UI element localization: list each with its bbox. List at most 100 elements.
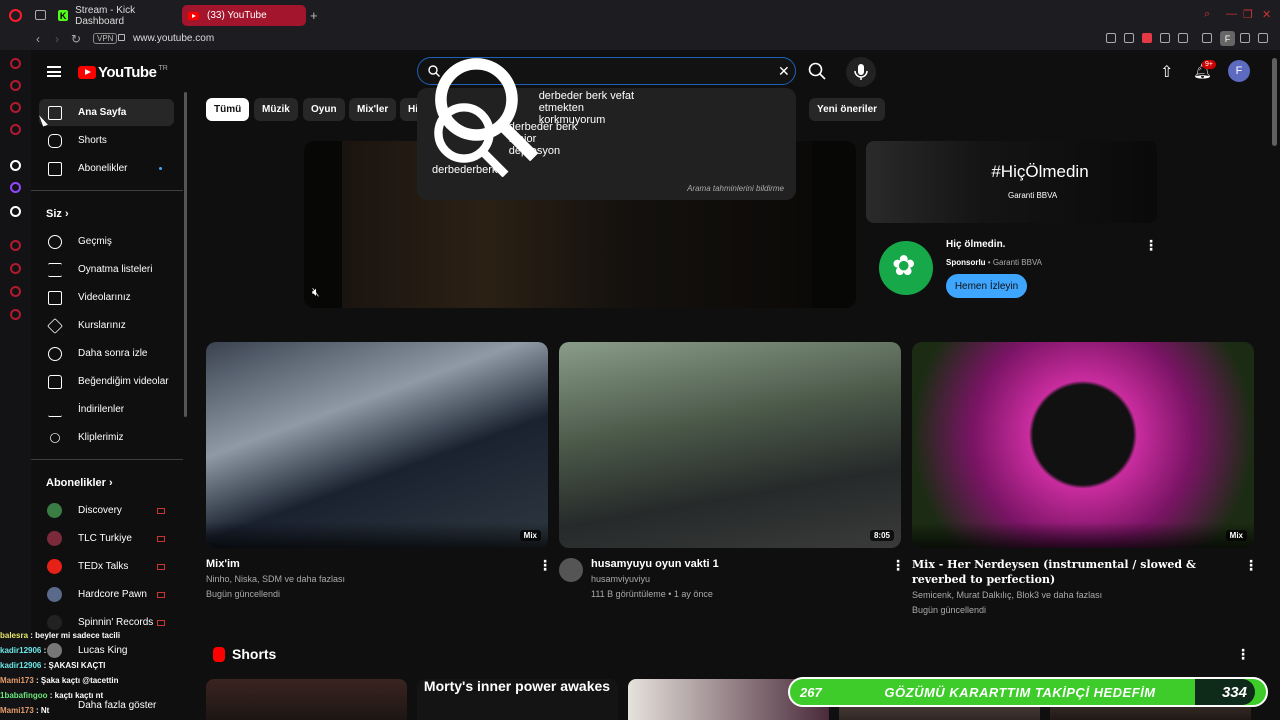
sidebar-item-label: Daha sonra izle — [78, 348, 148, 359]
chip-mixes[interactable]: Mix'ler — [349, 98, 397, 121]
video-title[interactable]: Mix'im — [206, 557, 526, 572]
browser-profile-avatar[interactable]: F — [1220, 31, 1235, 46]
account-avatar[interactable]: F — [1228, 60, 1250, 82]
sidebar-subscriptions-heading[interactable]: Abonelikler › — [46, 477, 113, 489]
play-extension-icon[interactable] — [1160, 33, 1170, 43]
sidebar-item-watch-later[interactable]: Daha sonra izle — [39, 340, 174, 367]
subscriptions-icon — [48, 161, 62, 176]
pin-icon[interactable] — [1106, 33, 1116, 43]
tab-kick-dashboard[interactable]: K Stream - Kick Dashboard — [52, 4, 178, 27]
report-predictions-link[interactable]: Arama tahminlerini bildirme — [687, 184, 784, 193]
video-channel[interactable]: husamviyuviyu — [591, 572, 650, 587]
vpn-badge[interactable]: VPN — [93, 33, 118, 44]
x-icon[interactable] — [10, 206, 21, 217]
download-icon[interactable] — [1240, 33, 1250, 43]
extensions-sidebar-icon[interactable] — [10, 286, 21, 297]
video-title[interactable]: husamyuyu oyun vakti 1 — [591, 557, 881, 572]
sidebar-channel-discovery[interactable]: Discovery — [39, 497, 174, 524]
sidebar-item-downloads[interactable]: İndirilenler — [39, 396, 174, 423]
kick-sidebar-icon[interactable] — [10, 160, 21, 171]
sidebar-item-courses[interactable]: Kurslarınız — [39, 312, 174, 339]
mix-badge: Mix — [1225, 530, 1247, 541]
reload-button[interactable]: ↻ — [71, 32, 81, 46]
advertiser-logo[interactable] — [879, 241, 933, 295]
ad-cta-button[interactable]: Hemen İzleyin — [946, 274, 1027, 298]
tab-youtube[interactable]: (33) YouTube — [182, 5, 306, 26]
chat-user: kadir12906 — [0, 661, 42, 670]
chip-gaming[interactable]: Oyun — [303, 98, 345, 121]
sidebar-item-your-videos[interactable]: Videolarınız — [39, 284, 174, 311]
video-more-options-icon[interactable]: ⋮ — [891, 558, 905, 572]
ad-title[interactable]: Hiç ölmedin. — [946, 239, 1005, 250]
twitch-icon[interactable] — [10, 182, 21, 193]
back-button[interactable]: ‹ — [36, 32, 40, 46]
url-text[interactable]: www.youtube.com — [133, 33, 214, 44]
youtube-logo[interactable]: YouTube TR — [78, 64, 168, 81]
ad-more-options-icon[interactable]: ⋮ — [1144, 238, 1158, 252]
chip-all[interactable]: Tümü — [206, 98, 250, 121]
muted-icon[interactable]: 🔇︎ — [312, 285, 320, 300]
sidebar-channel-tedx-talks[interactable]: TEDx Talks — [39, 553, 174, 580]
wallet-icon[interactable] — [10, 124, 21, 135]
sidebar-scrollbar[interactable] — [184, 92, 187, 417]
sidebar-item-shorts[interactable]: Shorts — [39, 127, 174, 154]
sidebar-item-clips[interactable]: Kliplerimiz — [39, 424, 174, 451]
sidebar-item-subscriptions[interactable]: Abonelikler — [39, 155, 174, 182]
chat-text: Nt — [40, 706, 50, 715]
opera-logo-icon[interactable] — [9, 9, 22, 22]
shorts-more-options-icon[interactable]: ⋮ — [1236, 647, 1250, 661]
video-more-options-icon[interactable]: ⋮ — [1244, 558, 1258, 572]
short-overlay-text: Morty's inner power awakes — [423, 678, 611, 694]
suggestion-item[interactable]: derbeder berk major depresyon — [432, 102, 585, 178]
heart-icon[interactable] — [1178, 33, 1188, 43]
create-upload-icon[interactable]: ⇧ — [1160, 62, 1173, 82]
sidebar-item-home[interactable]: Ana Sayfa — [39, 99, 174, 126]
new-tab-button[interactable]: + — [310, 8, 318, 23]
search-tabs-icon[interactable]: ⌕ — [1204, 8, 1210, 21]
video-channel[interactable]: Semicenk, Murat Dalkılıç, Blok3 ve daha … — [912, 588, 1102, 603]
close-window-button[interactable]: ✕ — [1262, 8, 1271, 21]
search-button[interactable] — [808, 62, 826, 80]
sidebar-item-label: Abonelikler — [78, 163, 128, 174]
settings-icon[interactable] — [10, 309, 21, 320]
chip-music[interactable]: Müzik — [254, 98, 298, 121]
sidebar-item-label: Beğendiğim videolar — [78, 376, 169, 387]
snapshot-icon[interactable] — [1124, 33, 1134, 43]
menu-icon[interactable] — [47, 66, 61, 77]
sidebar-channel-hardcore-pawn[interactable]: Hardcore Pawn — [39, 581, 174, 608]
tab-label: Stream - Kick Dashboard — [75, 4, 136, 27]
video-channel[interactable]: Ninho, Niska, SDM ve daha fazlası — [206, 572, 345, 587]
sidebar-item-liked-videos[interactable]: Beğendiğim videolar — [39, 368, 174, 395]
sidebar-item-playlists[interactable]: Oynatma listeleri — [39, 256, 174, 283]
sidebar-item-history[interactable]: Geçmiş — [39, 228, 174, 255]
aria-icon[interactable] — [10, 58, 21, 69]
advertiser-name: Garanti BBVA — [992, 258, 1043, 267]
maximize-button[interactable]: ❐ — [1243, 8, 1253, 21]
player-icon[interactable] — [10, 240, 21, 251]
video-title[interactable]: Mix - Her Nerdeysen (instrumental / slow… — [912, 557, 1222, 587]
messenger-icon[interactable] — [10, 102, 21, 113]
page-scrollbar[interactable] — [1272, 58, 1277, 146]
chip-new-to-you[interactable]: Yeni öneriler — [809, 98, 886, 121]
video-thumbnail[interactable]: Mix — [206, 342, 548, 548]
video-thumbnail[interactable]: 8:05 — [559, 342, 901, 548]
extensions-puzzle-icon[interactable] — [1202, 33, 1212, 43]
history-sidebar-icon[interactable] — [10, 263, 21, 274]
suggestion-item[interactable]: derbederberk — [432, 160, 497, 180]
voice-search-button[interactable] — [846, 57, 876, 87]
forward-button[interactable]: › — [55, 32, 59, 46]
ad-banner-image[interactable] — [866, 141, 1157, 223]
video-thumbnail[interactable]: Mix — [912, 342, 1254, 548]
channel-avatar[interactable] — [559, 558, 583, 582]
sidebar-channel-tlc-turkiye[interactable]: TLC Turkiye — [39, 525, 174, 552]
sidebar-you-heading[interactable]: Siz › — [46, 208, 69, 220]
short-thumbnail[interactable] — [206, 679, 407, 720]
extension-icon[interactable] — [1142, 33, 1152, 43]
video-more-options-icon[interactable]: ⋮ — [538, 558, 552, 572]
clear-search-icon[interactable]: ✕ — [778, 63, 790, 80]
lock-icon[interactable] — [118, 34, 125, 41]
tab-workspaces-icon[interactable] — [35, 10, 46, 20]
workspace-icon[interactable] — [10, 80, 21, 91]
easy-setup-icon[interactable] — [1258, 33, 1268, 43]
minimize-button[interactable]: — — [1226, 8, 1237, 20]
